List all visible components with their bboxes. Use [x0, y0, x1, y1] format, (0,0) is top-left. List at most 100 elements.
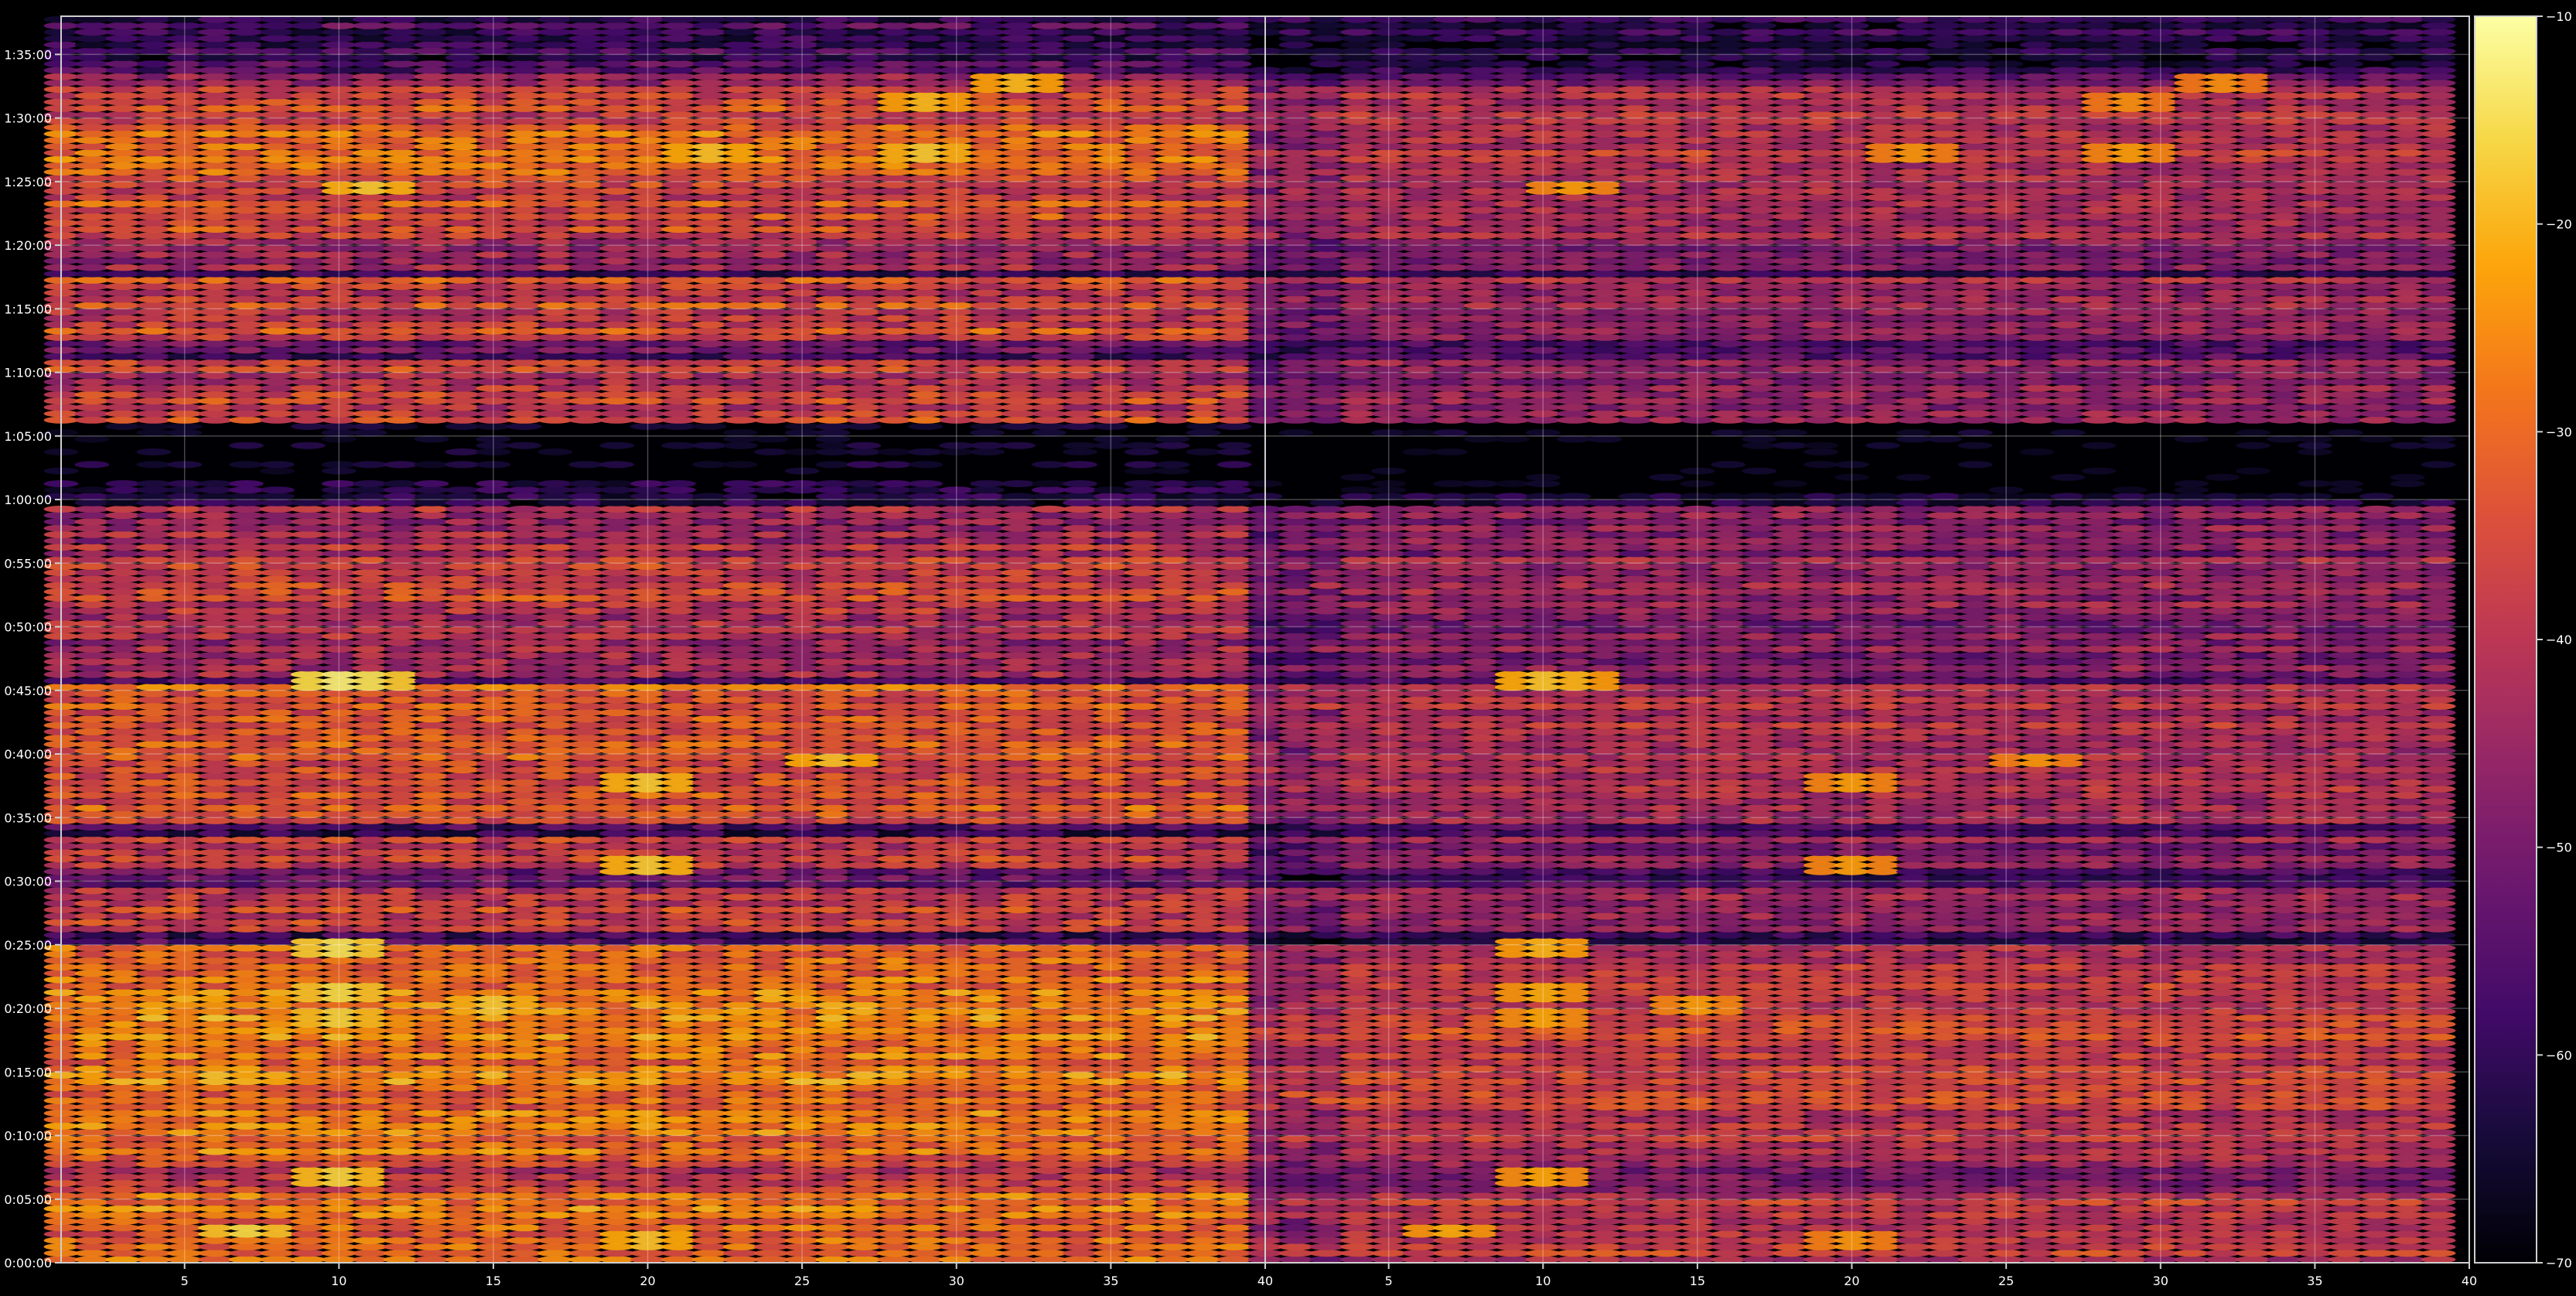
- heat-cell: [908, 836, 943, 844]
- heat-cell: [753, 448, 789, 455]
- heat-cell: [1216, 1141, 1252, 1149]
- heat-cell: [908, 709, 943, 717]
- heat-cell: [1216, 633, 1252, 640]
- heat-cell: [1001, 868, 1036, 875]
- heat-cell: [1001, 410, 1036, 418]
- heat-cell: [537, 1116, 573, 1124]
- heat-cell: [568, 950, 604, 958]
- heat-cell: [1216, 569, 1252, 577]
- heat-cell: [877, 416, 913, 424]
- heat-cell: [815, 887, 851, 895]
- heat-cell: [136, 1059, 172, 1066]
- heat-cell: [445, 499, 480, 506]
- heat-cell: [970, 537, 1005, 544]
- heat-cell: [74, 1205, 110, 1212]
- heat-cell: [291, 830, 326, 837]
- heat-cell: [1124, 899, 1159, 907]
- heat-cell: [198, 868, 233, 875]
- heat-cell: [198, 1230, 233, 1238]
- heat-cell: [445, 1173, 480, 1181]
- heat-cell: [1186, 887, 1221, 895]
- heat-cell: [229, 881, 264, 888]
- heat-cell: [692, 1110, 727, 1117]
- heat-cell: [291, 721, 326, 729]
- heat-cell: [970, 569, 1005, 577]
- heat-cell: [445, 1103, 480, 1110]
- heat-cell: [414, 461, 449, 469]
- heat-cell: [260, 753, 295, 761]
- heat-cell: [877, 486, 913, 494]
- heat-cell: [105, 1033, 141, 1041]
- heat-cell: [722, 772, 758, 780]
- heat-cell: [414, 893, 449, 901]
- heat-cell: [877, 849, 913, 856]
- heat-cell: [383, 1185, 418, 1193]
- heat-cell: [198, 779, 233, 786]
- heat-cell: [537, 1192, 573, 1200]
- heat-cell: [507, 1161, 542, 1168]
- heat-cell: [599, 1027, 634, 1035]
- heat-cell: [229, 899, 264, 907]
- heat-cell: [414, 404, 449, 411]
- heat-cell: [537, 1250, 573, 1257]
- heat-cell: [815, 702, 851, 710]
- heat-cell: [877, 976, 913, 984]
- heat-cell: [692, 1192, 727, 1200]
- heat-cell: [74, 677, 110, 684]
- heat-cell: [815, 1090, 851, 1098]
- heat-cell: [445, 804, 480, 812]
- heat-cell: [383, 919, 418, 926]
- heat-cell: [722, 480, 758, 487]
- heat-cell: [229, 530, 264, 538]
- heat-cell: [661, 645, 696, 653]
- heat-cell: [1124, 448, 1159, 455]
- heat-cell: [291, 1033, 326, 1041]
- heat-cell: [229, 677, 264, 684]
- heat-cell: [414, 550, 449, 558]
- heat-cell: [383, 1001, 418, 1009]
- heat-cell: [74, 1039, 110, 1047]
- heat-cell: [970, 970, 1005, 977]
- heat-cell: [445, 1116, 480, 1124]
- heat-cell: [105, 1173, 141, 1181]
- heat-cell: [105, 906, 141, 913]
- heat-cell: [753, 709, 789, 717]
- heat-cell: [753, 798, 789, 806]
- heat-cell: [661, 684, 696, 691]
- heat-cell: [1186, 1103, 1221, 1110]
- heat-cell: [414, 925, 449, 933]
- heat-cell: [1186, 950, 1221, 958]
- heat-cell: [537, 702, 573, 710]
- heat-cell: [722, 925, 758, 933]
- heat-cell: [1216, 1078, 1252, 1086]
- heat-cell: [599, 537, 634, 544]
- heat-cell: [661, 861, 696, 869]
- heat-cell: [383, 1084, 418, 1092]
- heat-cell: [1001, 817, 1036, 824]
- heat-cell: [908, 1001, 943, 1009]
- heat-cell: [229, 684, 264, 691]
- heat-cell: [1186, 931, 1221, 939]
- heat-cell: [661, 906, 696, 913]
- heat-cell: [1186, 633, 1221, 640]
- heat-cell: [661, 1199, 696, 1206]
- heat-cell: [74, 906, 110, 913]
- heat-cell: [753, 524, 789, 532]
- heat-cell: [877, 581, 913, 589]
- heat-cell: [229, 595, 264, 602]
- heat-cell: [1063, 670, 1097, 678]
- heat-cell: [1186, 1135, 1221, 1143]
- heat-cell: [1032, 868, 1066, 875]
- heat-cell: [414, 861, 449, 869]
- heat-cell: [599, 836, 634, 844]
- heat-cell: [1186, 874, 1221, 882]
- heat-cell: [661, 836, 696, 844]
- heat-cell: [1216, 1096, 1252, 1104]
- heat-cell: [383, 1199, 418, 1206]
- heat-cell: [445, 569, 480, 577]
- heat-cell: [815, 670, 851, 678]
- heat-cell: [692, 1167, 727, 1175]
- heat-cell: [1063, 1014, 1097, 1021]
- heat-cell: [1155, 1161, 1190, 1168]
- heat-cell: [105, 721, 141, 729]
